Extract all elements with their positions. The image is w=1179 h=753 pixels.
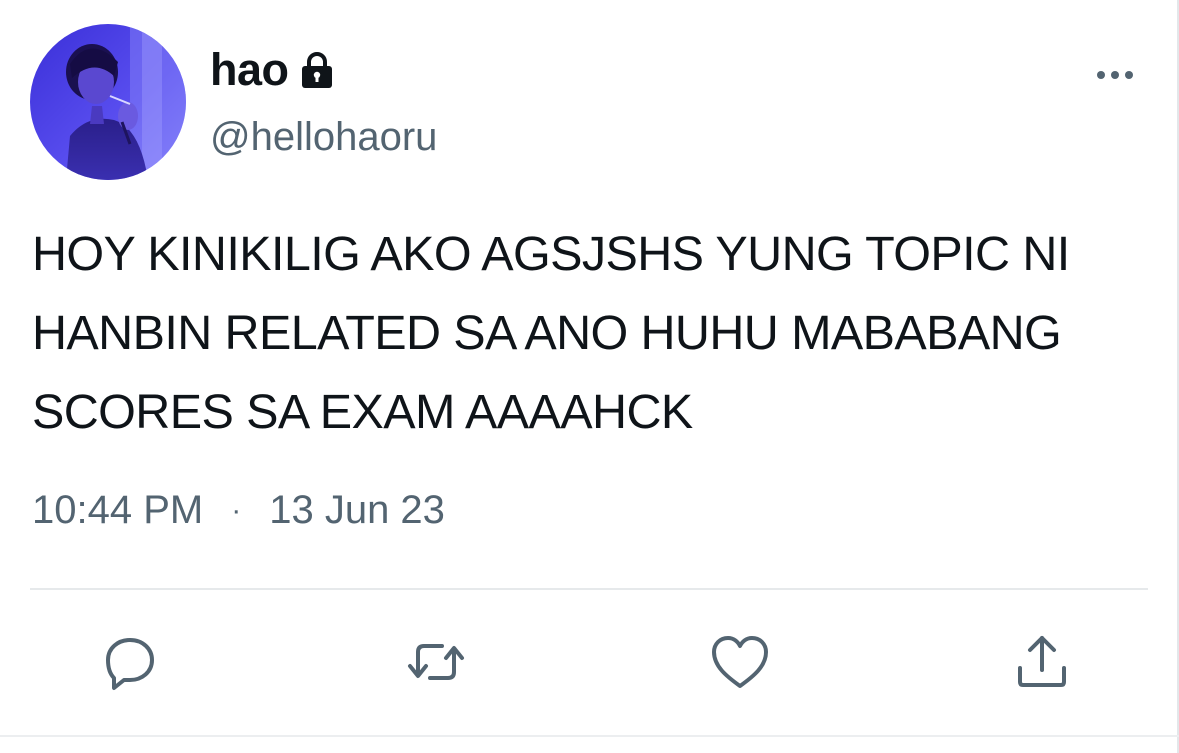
tweet-date[interactable]: 13 Jun 23 [269,488,445,533]
tweet-text: HOY KINIKILIG AKO AGSJSHS YUNG TOPIC NI … [32,227,1083,439]
reply-icon [106,638,154,690]
tweet-meta: 10:44 PM · 13 Jun 23 [32,488,445,533]
display-name[interactable]: hao [210,44,289,96]
display-name-row: hao [210,42,337,98]
more-options-button[interactable] [1090,60,1140,90]
reply-button[interactable] [98,630,162,694]
retweet-icon [408,644,464,680]
share-button[interactable] [1010,630,1074,694]
lock-icon [297,50,337,90]
bottom-divider [0,735,1179,737]
heart-icon [712,636,768,688]
more-horizontal-icon [1097,71,1133,79]
tweet-card: hao @hellohaoru HOY KINIKILIG AKO AGSJSH… [0,0,1179,753]
user-handle[interactable]: @hellohaoru [210,115,437,160]
tweet-time[interactable]: 10:44 PM [32,488,203,533]
share-icon [1018,636,1066,687]
meta-separator: · [231,493,242,527]
avatar[interactable] [30,24,186,180]
retweet-button[interactable] [404,630,468,694]
action-bar [0,630,1179,694]
like-button[interactable] [708,630,772,694]
avatar-image [30,24,186,180]
divider [30,588,1148,590]
